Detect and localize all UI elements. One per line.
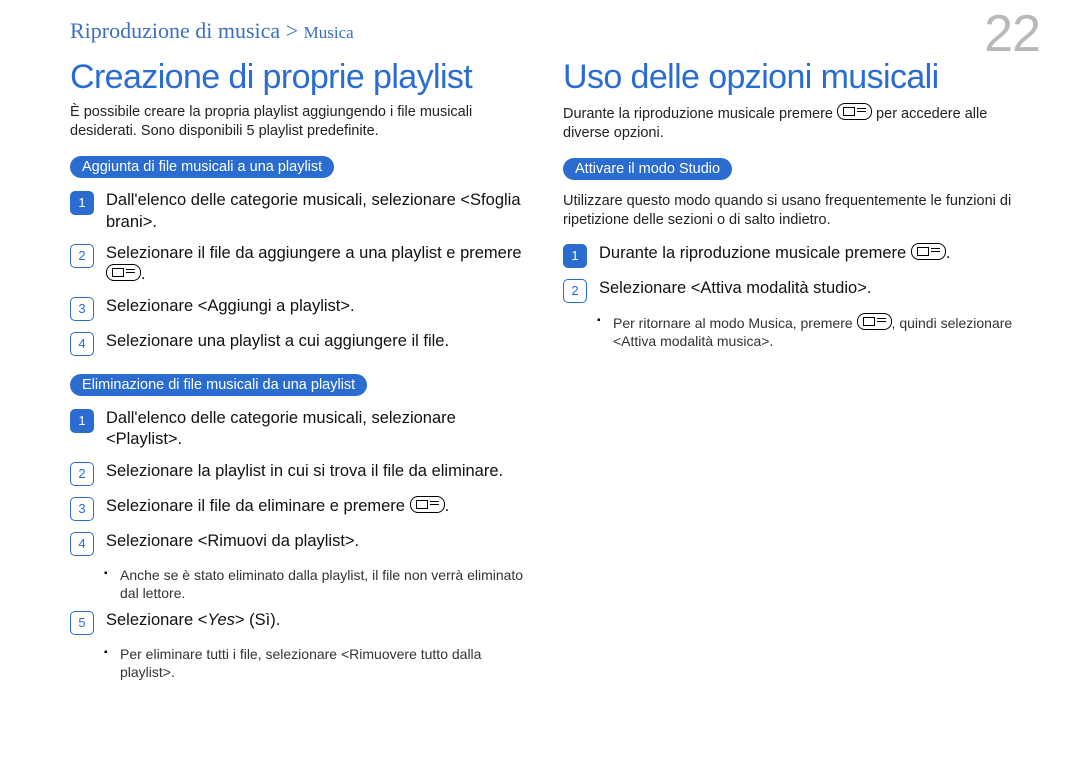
note-text: Per eliminare tutti i file, selezionare … <box>120 645 529 681</box>
step: 5 Selezionare <Yes> (Sì). <box>70 610 529 635</box>
step-badge: 3 <box>70 497 94 521</box>
pill-studio-mode: Attivare il modo Studio <box>563 158 732 180</box>
section-desc: Utilizzare questo modo quando si usano f… <box>563 192 1022 229</box>
step: 3 Selezionare <Aggiungi a playlist>. <box>70 296 529 321</box>
bullet-icon: ▪ <box>104 566 114 602</box>
step-text: Selezionare il file da aggiungere a una … <box>106 243 529 286</box>
step-badge: 3 <box>70 297 94 321</box>
menu-key-icon <box>911 243 946 260</box>
note-text: Per ritornare al modo Musica, premere , … <box>613 313 1022 350</box>
menu-key-icon <box>106 264 141 281</box>
page-number: 22 <box>984 4 1040 64</box>
step-text: Dall'elenco delle categorie musicali, se… <box>106 408 529 451</box>
step-text: Selezionare una playlist a cui aggiunger… <box>106 331 449 356</box>
right-column: Uso delle opzioni musicali Durante la ri… <box>563 58 1022 689</box>
step-text: Selezionare <Yes> (Sì). <box>106 610 280 635</box>
step: 2 Selezionare <Attiva modalità studio>. <box>563 278 1022 303</box>
step: 3 Selezionare il file da eliminare e pre… <box>70 496 529 521</box>
right-title: Uso delle opzioni musicali <box>563 58 1022 97</box>
note: ▪ Per ritornare al modo Musica, premere … <box>597 313 1022 350</box>
step-text: Selezionare <Rimuovi da playlist>. <box>106 531 359 556</box>
step-badge: 1 <box>563 244 587 268</box>
step-text: Selezionare il file da eliminare e preme… <box>106 496 449 521</box>
left-intro: È possibile creare la propria playlist a… <box>70 103 529 140</box>
step-text: Selezionare <Aggiungi a playlist>. <box>106 296 355 321</box>
step-badge: 1 <box>70 409 94 433</box>
left-column: Creazione di proprie playlist È possibil… <box>70 58 529 689</box>
menu-key-icon <box>410 496 445 513</box>
step: 1 Durante la riproduzione musicale preme… <box>563 243 1022 268</box>
step-badge: 2 <box>563 279 587 303</box>
step-badge: 4 <box>70 532 94 556</box>
step: 2 Selezionare il file da aggiungere a un… <box>70 243 529 286</box>
pill-remove-files: Eliminazione di file musicali da una pla… <box>70 374 367 396</box>
menu-key-icon <box>837 103 872 120</box>
step-text: Dall'elenco delle categorie musicali, se… <box>106 190 529 233</box>
left-title: Creazione di proprie playlist <box>70 58 529 97</box>
step-text: Selezionare <Attiva modalità studio>. <box>599 278 871 303</box>
bullet-icon: ▪ <box>104 645 114 681</box>
step: 2 Selezionare la playlist in cui si trov… <box>70 461 529 486</box>
step-text: Selezionare la playlist in cui si trova … <box>106 461 503 486</box>
note: ▪ Anche se è stato eliminato dalla playl… <box>104 566 529 602</box>
step-text: Durante la riproduzione musicale premere… <box>599 243 950 268</box>
step: 4 Selezionare una playlist a cui aggiung… <box>70 331 529 356</box>
step-badge: 2 <box>70 462 94 486</box>
note: ▪ Per eliminare tutti i file, selezionar… <box>104 645 529 681</box>
step-badge: 4 <box>70 332 94 356</box>
step: 1 Dall'elenco delle categorie musicali, … <box>70 190 529 233</box>
breadcrumb-sub: Musica <box>304 23 354 42</box>
step-badge: 1 <box>70 191 94 215</box>
step-badge: 5 <box>70 611 94 635</box>
bullet-icon: ▪ <box>597 313 607 350</box>
menu-key-icon <box>857 313 892 330</box>
pill-add-files: Aggiunta di file musicali a una playlist <box>70 156 334 178</box>
breadcrumb-main: Riproduzione di musica <box>70 18 280 43</box>
breadcrumb-sep: > <box>286 18 298 43</box>
breadcrumb: Riproduzione di musica > Musica <box>70 18 1022 44</box>
right-intro: Durante la riproduzione musicale premere… <box>563 103 1022 142</box>
step: 4 Selezionare <Rimuovi da playlist>. <box>70 531 529 556</box>
note-text: Anche se è stato eliminato dalla playlis… <box>120 566 529 602</box>
step-badge: 2 <box>70 244 94 268</box>
step: 1 Dall'elenco delle categorie musicali, … <box>70 408 529 451</box>
